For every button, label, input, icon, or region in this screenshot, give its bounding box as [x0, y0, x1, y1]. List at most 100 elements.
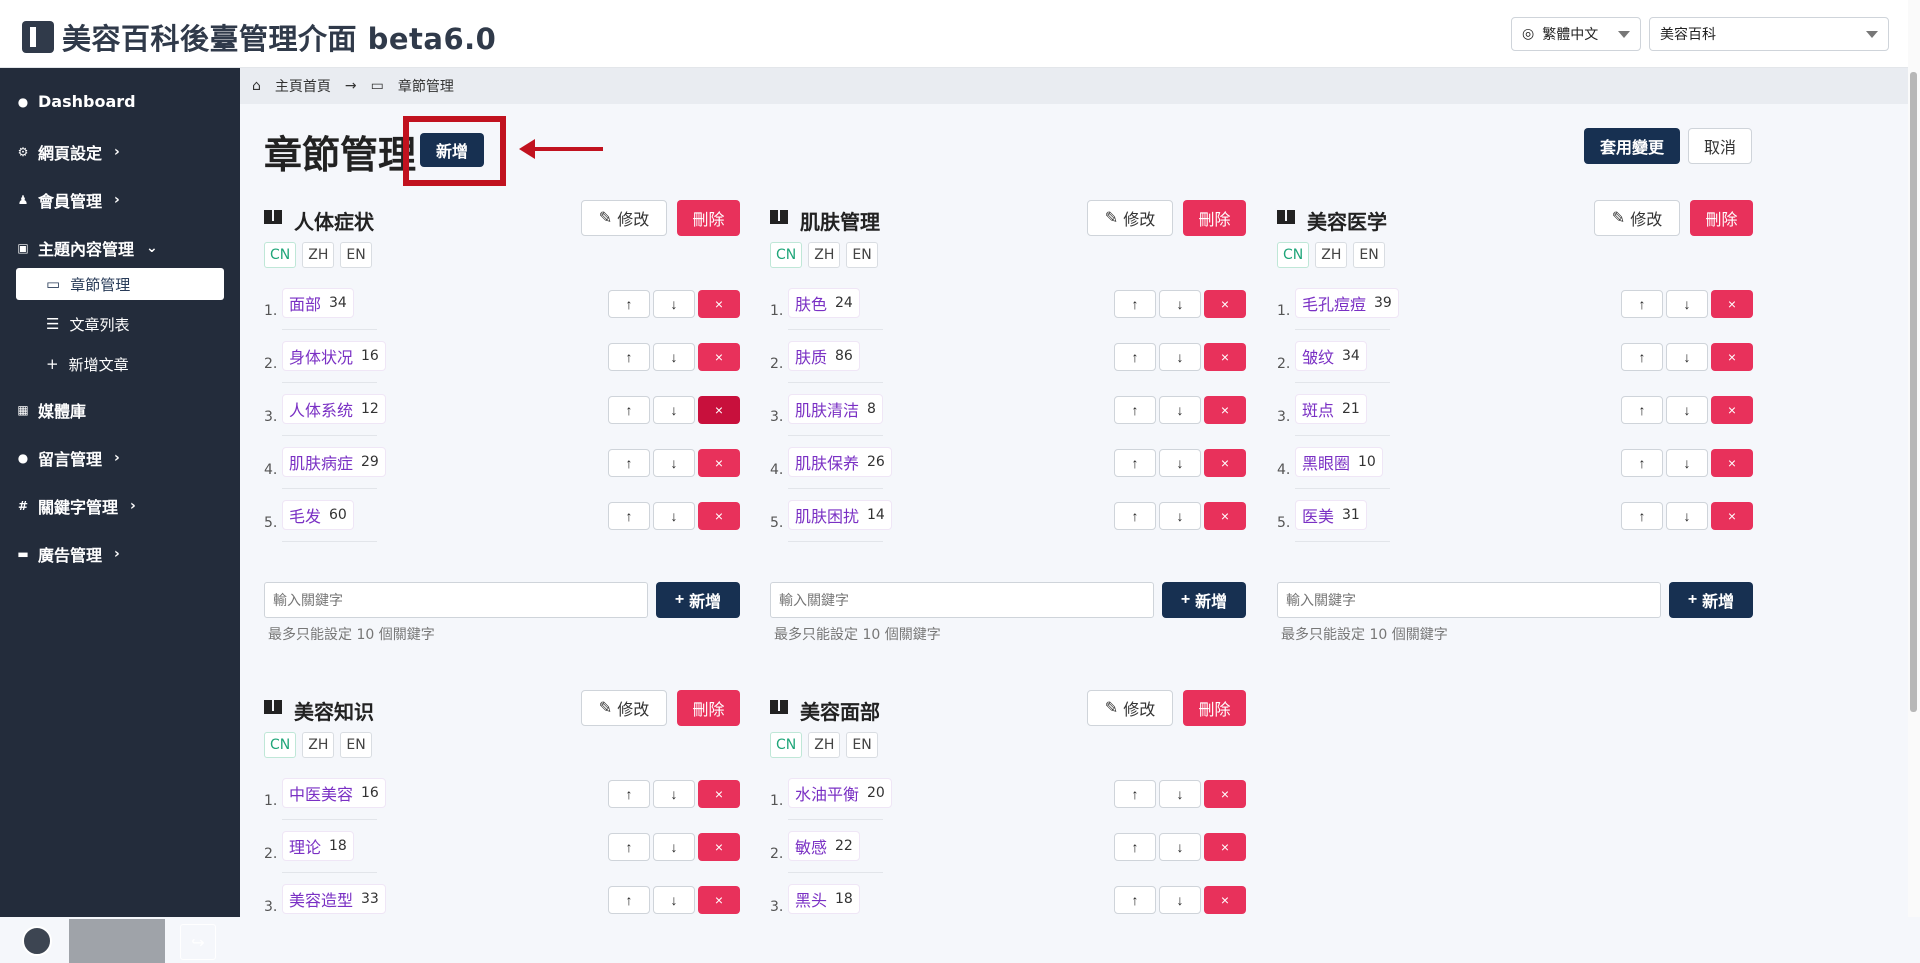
add-keyword-button[interactable]: + 新增	[1669, 582, 1753, 618]
remove-button[interactable]: ×	[1204, 343, 1246, 371]
move-down-button[interactable]: ↓	[1159, 780, 1201, 808]
language-select[interactable]: ◎ 繁體中文	[1511, 17, 1641, 51]
remove-button[interactable]: ×	[1204, 833, 1246, 861]
lang-cn[interactable]: CN	[264, 732, 297, 758]
sidebar-item-media[interactable]: ▦ 媒體庫	[16, 398, 86, 422]
move-up-button[interactable]: ↑	[1114, 833, 1156, 861]
move-up-button[interactable]: ↑	[608, 343, 650, 371]
lang-cn[interactable]: CN	[770, 732, 803, 758]
move-up-button[interactable]: ↑	[608, 833, 650, 861]
sidebar-item-members[interactable]: ♟ 會員管理 ›	[16, 188, 120, 212]
lang-cn[interactable]: CN	[264, 242, 297, 268]
delete-button[interactable]: 刪除	[1183, 690, 1246, 726]
move-up-button[interactable]: ↑	[1114, 290, 1156, 318]
remove-button[interactable]: ×	[1711, 396, 1753, 424]
edit-button[interactable]: ✎ 修改	[1594, 200, 1680, 236]
move-down-button[interactable]: ↓	[653, 780, 695, 808]
remove-button[interactable]: ×	[698, 780, 740, 808]
move-up-button[interactable]: ↑	[1114, 343, 1156, 371]
lang-en[interactable]: EN	[1353, 242, 1385, 268]
cancel-button[interactable]: 取消	[1688, 128, 1752, 164]
move-up-button[interactable]: ↑	[1114, 396, 1156, 424]
move-up-button[interactable]: ↑	[1621, 449, 1663, 477]
delete-button[interactable]: 刪除	[1690, 200, 1753, 236]
sidebar-item-comments[interactable]: ● 留言管理 ›	[16, 446, 120, 470]
remove-button[interactable]: ×	[1204, 502, 1246, 530]
keyword-tag[interactable]: 肤色 24	[788, 288, 860, 318]
scrollbar-thumb[interactable]	[1910, 72, 1917, 712]
keyword-tag[interactable]: 肌肤保养 26	[788, 447, 892, 477]
move-down-button[interactable]: ↓	[653, 290, 695, 318]
lang-zh[interactable]: ZH	[302, 732, 335, 758]
keyword-tag[interactable]: 医美 31	[1295, 500, 1367, 530]
add-keyword-button[interactable]: + 新增	[1162, 582, 1246, 618]
move-up-button[interactable]: ↑	[608, 290, 650, 318]
move-down-button[interactable]: ↓	[653, 833, 695, 861]
sidebar-item-settings[interactable]: ⚙ 網頁設定 ›	[16, 140, 120, 164]
keyword-tag[interactable]: 人体系统 12	[282, 394, 386, 424]
sidebar-subitem-articles[interactable]: ☰ 文章列表	[16, 308, 224, 340]
lang-zh[interactable]: ZH	[808, 732, 841, 758]
breadcrumb-home[interactable]: 主頁首頁	[275, 76, 331, 96]
lang-en[interactable]: EN	[846, 242, 878, 268]
remove-button[interactable]: ×	[1711, 502, 1753, 530]
move-up-button[interactable]: ↑	[1621, 290, 1663, 318]
move-down-button[interactable]: ↓	[653, 343, 695, 371]
move-down-button[interactable]: ↓	[1159, 886, 1201, 914]
keyword-tag[interactable]: 水油平衡 20	[788, 778, 892, 808]
move-down-button[interactable]: ↓	[1159, 449, 1201, 477]
delete-button[interactable]: 刪除	[1183, 200, 1246, 236]
remove-button[interactable]: ×	[698, 833, 740, 861]
move-up-button[interactable]: ↑	[1114, 886, 1156, 914]
move-up-button[interactable]: ↑	[1114, 449, 1156, 477]
move-up-button[interactable]: ↑	[1114, 780, 1156, 808]
lang-cn[interactable]: CN	[770, 242, 803, 268]
move-down-button[interactable]: ↓	[1159, 833, 1201, 861]
move-up-button[interactable]: ↑	[608, 886, 650, 914]
keyword-tag[interactable]: 面部 34	[282, 288, 354, 318]
keyword-tag[interactable]: 黑眼圈 10	[1295, 447, 1383, 477]
keyword-tag[interactable]: 敏感 22	[788, 831, 860, 861]
move-up-button[interactable]: ↑	[1621, 343, 1663, 371]
lang-en[interactable]: EN	[340, 732, 372, 758]
move-down-button[interactable]: ↓	[1666, 449, 1708, 477]
keyword-tag[interactable]: 肌肤困扰 14	[788, 500, 892, 530]
keyword-tag[interactable]: 皱纹 34	[1295, 341, 1367, 371]
lang-en[interactable]: EN	[340, 242, 372, 268]
move-up-button[interactable]: ↑	[1621, 396, 1663, 424]
move-down-button[interactable]: ↓	[1159, 290, 1201, 318]
remove-button[interactable]: ×	[1204, 780, 1246, 808]
edit-button[interactable]: ✎ 修改	[581, 200, 667, 236]
remove-button[interactable]: ×	[1204, 290, 1246, 318]
move-up-button[interactable]: ↑	[608, 502, 650, 530]
lang-en[interactable]: EN	[846, 732, 878, 758]
edit-button[interactable]: ✎ 修改	[1087, 200, 1173, 236]
edit-button[interactable]: ✎ 修改	[1087, 690, 1173, 726]
keyword-tag[interactable]: 肌肤病症 29	[282, 447, 386, 477]
keyword-tag[interactable]: 理论 18	[282, 831, 354, 861]
move-up-button[interactable]: ↑	[608, 396, 650, 424]
keyword-tag[interactable]: 美容造型 33	[282, 884, 386, 914]
keyword-input[interactable]	[1277, 582, 1661, 618]
lang-cn[interactable]: CN	[1277, 242, 1310, 268]
lang-zh[interactable]: ZH	[302, 242, 335, 268]
remove-button[interactable]: ×	[1204, 886, 1246, 914]
sidebar-item-ads[interactable]: ▬ 廣告管理 ›	[16, 542, 119, 566]
move-up-button[interactable]: ↑	[1621, 502, 1663, 530]
delete-button[interactable]: 刪除	[677, 690, 740, 726]
move-down-button[interactable]: ↓	[653, 886, 695, 914]
remove-button[interactable]: ×	[698, 343, 740, 371]
keyword-tag[interactable]: 肤质 86	[788, 341, 860, 371]
keyword-input[interactable]	[264, 582, 648, 618]
move-down-button[interactable]: ↓	[1666, 396, 1708, 424]
apply-changes-button[interactable]: 套用變更	[1584, 128, 1680, 164]
remove-button[interactable]: ×	[1204, 449, 1246, 477]
keyword-tag[interactable]: 斑点 21	[1295, 394, 1367, 424]
move-down-button[interactable]: ↓	[1666, 343, 1708, 371]
keyword-tag[interactable]: 毛发 60	[282, 500, 354, 530]
move-up-button[interactable]: ↑	[608, 780, 650, 808]
keyword-tag[interactable]: 毛孔痘痘 39	[1295, 288, 1399, 318]
scrollbar[interactable]	[1908, 0, 1920, 917]
remove-button[interactable]: ×	[1711, 290, 1753, 318]
edit-button[interactable]: ✎ 修改	[581, 690, 667, 726]
